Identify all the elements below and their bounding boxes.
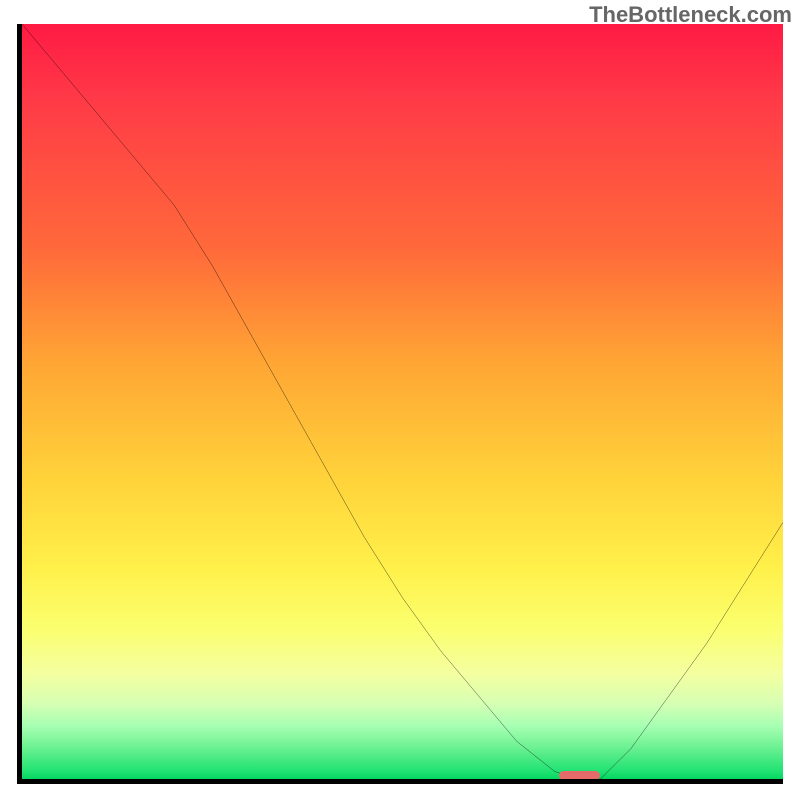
chart-area [17,24,783,784]
curve-path [22,24,783,779]
bottleneck-line [22,24,783,779]
sweet-spot-marker [559,771,601,780]
watermark-text: TheBottleneck.com [589,2,792,28]
